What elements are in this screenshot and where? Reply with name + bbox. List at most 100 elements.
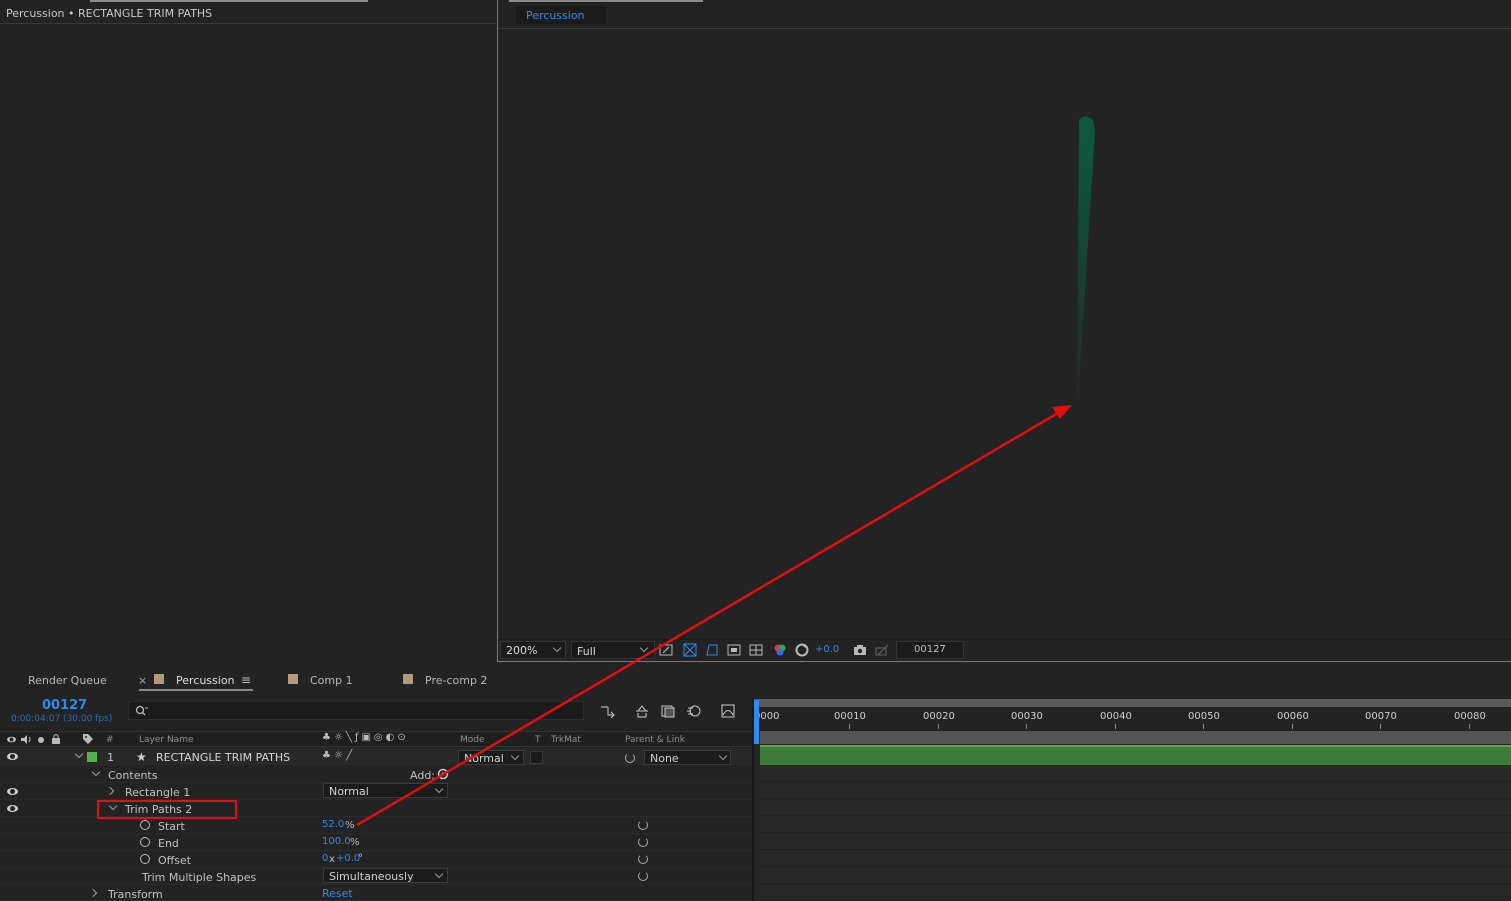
end-stopwatch-icon[interactable] bbox=[140, 837, 150, 847]
track-row bbox=[760, 868, 1511, 884]
composition-viewer[interactable] bbox=[497, 0, 1511, 662]
ruler-label: 00040 bbox=[1100, 711, 1132, 722]
mask-path-icon[interactable] bbox=[705, 643, 719, 657]
add-menu-icon[interactable] bbox=[437, 768, 449, 780]
current-time-indicator[interactable] bbox=[754, 700, 759, 744]
shape-layer-star-icon: ★ bbox=[136, 750, 147, 764]
track-row bbox=[760, 783, 1511, 799]
motion-blur-icon[interactable] bbox=[686, 703, 702, 719]
ruler-label: 00070 bbox=[1365, 711, 1397, 722]
ruler-label: 00080 bbox=[1454, 711, 1486, 722]
ruler-tick bbox=[938, 724, 939, 729]
comp-flowchart-icon[interactable] bbox=[600, 704, 616, 718]
ruler-label: 00010 bbox=[834, 711, 866, 722]
tab-comp-1[interactable]: Comp 1 bbox=[310, 675, 353, 686]
offset-expression-pickwhip-icon[interactable] bbox=[638, 854, 648, 864]
layer-name[interactable]: RECTANGLE TRIM PATHS bbox=[156, 752, 290, 763]
tab-render-queue[interactable]: Render Queue bbox=[28, 675, 107, 686]
layer-visibility-eye-icon[interactable] bbox=[7, 753, 18, 760]
offset-stopwatch-icon[interactable] bbox=[140, 854, 150, 864]
layer-duration-bar[interactable] bbox=[760, 745, 1511, 765]
trim-multiple-shapes-value: Simultaneously bbox=[329, 870, 414, 883]
active-tab-underline bbox=[139, 689, 253, 691]
rectangle-blend-mode-dropdown[interactable]: Normal bbox=[323, 783, 448, 798]
resolution-dropdown[interactable]: Full bbox=[571, 641, 655, 659]
parent-dropdown[interactable]: None bbox=[644, 750, 731, 765]
current-frame-display[interactable]: 00127 bbox=[42, 699, 87, 712]
show-snapshot-icon[interactable] bbox=[875, 643, 889, 657]
ruler-tick bbox=[1380, 724, 1381, 729]
offset-degree-unit: ° bbox=[358, 853, 363, 864]
fast-previews-icon[interactable] bbox=[659, 643, 673, 657]
trim-multiple-expression-pickwhip-icon[interactable] bbox=[638, 871, 648, 881]
trimmed-rectangle-shape[interactable] bbox=[1060, 110, 1110, 410]
trim-paths-visibility-eye-icon[interactable] bbox=[7, 805, 18, 812]
left-panel-divider bbox=[0, 23, 496, 24]
chevron-down-icon bbox=[434, 784, 444, 794]
trim-multiple-shapes-label: Trim Multiple Shapes bbox=[142, 871, 257, 884]
exposure-value[interactable]: +0.0 bbox=[815, 645, 839, 655]
offset-x-separator: x bbox=[329, 854, 335, 865]
ruler-tick bbox=[1203, 724, 1204, 729]
rectangle-1-label: Rectangle 1 bbox=[125, 786, 191, 799]
tab-precomp2-color-swatch bbox=[403, 674, 413, 684]
ruler-tick bbox=[849, 724, 850, 729]
track-row bbox=[760, 800, 1511, 816]
tab-menu-icon[interactable]: ≡ bbox=[241, 674, 251, 686]
zoom-value: 200% bbox=[506, 644, 538, 657]
layer-mode-dropdown[interactable]: Normal bbox=[458, 750, 524, 765]
region-of-interest-icon[interactable] bbox=[727, 643, 741, 657]
start-stopwatch-icon[interactable] bbox=[140, 820, 150, 830]
trim-multiple-shapes-dropdown[interactable]: Simultaneously bbox=[323, 868, 448, 883]
eye-icon[interactable] bbox=[7, 736, 16, 743]
parent-pickwhip-icon[interactable] bbox=[625, 753, 635, 763]
reset-exposure-icon[interactable] bbox=[795, 643, 809, 657]
end-expression-pickwhip-icon[interactable] bbox=[638, 837, 648, 847]
start-expression-pickwhip-icon[interactable] bbox=[638, 820, 648, 830]
frame-blending-icon[interactable] bbox=[660, 704, 676, 718]
transparency-grid-icon[interactable] bbox=[683, 643, 697, 657]
graph-editor-icon[interactable] bbox=[720, 703, 736, 719]
tab-pre-comp-2[interactable]: Pre-comp 2 bbox=[425, 675, 487, 686]
current-frame-field[interactable]: 00127 bbox=[896, 641, 964, 659]
offset-degrees-value[interactable]: +0.0 bbox=[336, 854, 360, 864]
search-icon bbox=[135, 705, 148, 716]
ruler-tick bbox=[1469, 724, 1470, 729]
current-time-timecode: 0:00:04:07 (30.00 fps) bbox=[11, 714, 113, 724]
channel-rgb-icon[interactable] bbox=[773, 643, 787, 657]
end-value[interactable]: 100.0 bbox=[322, 837, 351, 847]
ruler-tick bbox=[1026, 724, 1027, 729]
column-t: T bbox=[535, 735, 541, 745]
layer-label-color[interactable] bbox=[87, 752, 97, 762]
viewer-frame-value: 00127 bbox=[914, 644, 946, 655]
grid-guides-icon[interactable] bbox=[749, 643, 763, 657]
left-panel-tab-indicator bbox=[90, 0, 368, 2]
tab-percussion[interactable]: Percussion bbox=[176, 675, 235, 686]
zoom-dropdown[interactable]: 200% bbox=[500, 641, 566, 659]
transform-reset-link[interactable]: Reset bbox=[322, 888, 353, 899]
solo-icon[interactable] bbox=[38, 737, 44, 743]
track-row bbox=[760, 885, 1511, 901]
layer-switch-icons[interactable]: ♣ ☼ ╱ bbox=[322, 751, 352, 761]
ruler-label: 00030 bbox=[1011, 711, 1043, 722]
label-tag-icon[interactable] bbox=[82, 733, 94, 745]
column-layer-name[interactable]: Layer Name bbox=[139, 735, 194, 745]
chevron-down-icon bbox=[434, 869, 444, 879]
speaker-icon[interactable] bbox=[20, 734, 32, 745]
viewer-tab-percussion[interactable]: Percussion bbox=[516, 6, 606, 24]
start-label: Start bbox=[158, 820, 185, 833]
lock-icon[interactable] bbox=[51, 733, 61, 745]
shy-layers-icon[interactable] bbox=[634, 704, 650, 718]
work-area-bar[interactable] bbox=[754, 699, 1511, 707]
column-trkmat: TrkMat bbox=[551, 735, 581, 745]
switches-column-icons: ♣☼╲ƒ▣◎◐⊙ bbox=[322, 732, 409, 743]
preserve-transparency-checkbox[interactable] bbox=[530, 751, 543, 764]
offset-revolutions-value[interactable]: 0 bbox=[322, 854, 328, 864]
layer-search-input[interactable] bbox=[128, 701, 584, 720]
camera-snapshot-icon[interactable] bbox=[853, 643, 867, 657]
tab-close-icon[interactable]: × bbox=[138, 675, 147, 686]
track-row bbox=[760, 817, 1511, 833]
start-value[interactable]: 52.0 bbox=[322, 820, 344, 830]
ruler-label: 00020 bbox=[923, 711, 955, 722]
rectangle-visibility-eye-icon[interactable] bbox=[7, 788, 18, 795]
